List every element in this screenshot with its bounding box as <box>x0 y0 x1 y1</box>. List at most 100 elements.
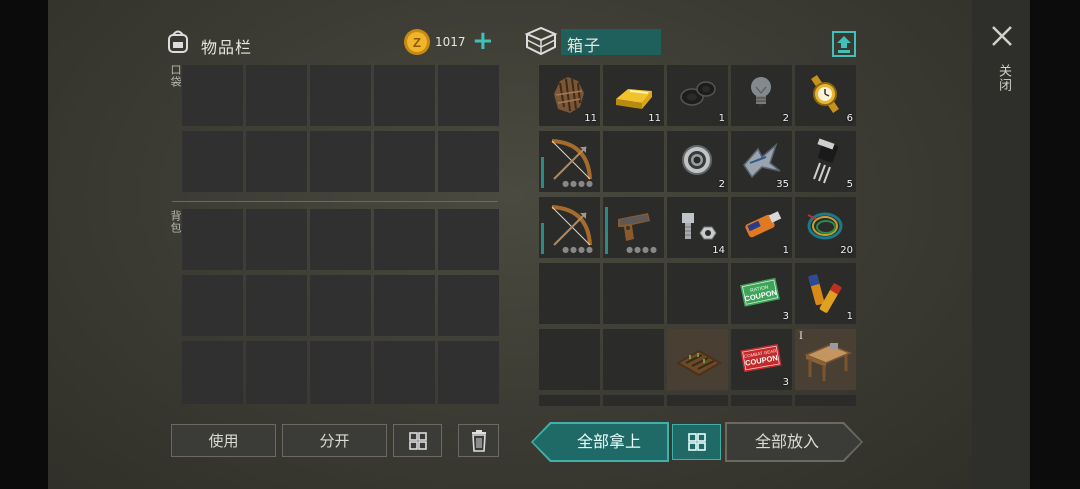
box-slot-seed-bed[interactable] <box>667 329 728 390</box>
item-count: 11 <box>648 113 661 124</box>
box-slot-empty[interactable] <box>539 329 600 390</box>
box-title: 箱子 <box>567 36 602 55</box>
box-slot-empty[interactable] <box>603 263 664 324</box>
inventory-slot[interactable] <box>438 65 499 126</box>
inventory-slot[interactable] <box>438 341 499 404</box>
ration-coupon-icon: RATION COUPON <box>736 267 786 321</box>
inventory-slot[interactable] <box>246 131 307 192</box>
item-count: 1 <box>718 113 725 124</box>
inventory-slot[interactable] <box>310 209 371 270</box>
inventory-slot[interactable] <box>310 341 371 404</box>
inventory-slot[interactable] <box>182 131 243 192</box>
inventory-slot[interactable] <box>374 341 435 404</box>
put-all-button[interactable]: 全部放入 <box>727 424 847 460</box>
box-slot-batteries[interactable]: 1 <box>795 263 856 324</box>
delete-button[interactable] <box>458 424 499 457</box>
sort-inventory-button[interactable] <box>393 424 442 457</box>
usb-drive-icon <box>736 201 786 255</box>
inventory-slot[interactable] <box>182 341 243 404</box>
box-slot-bow[interactable]: ●●●● <box>539 197 600 258</box>
section-divider <box>172 201 498 202</box>
close-icon[interactable] <box>990 24 1014 48</box>
inventory-slot[interactable] <box>246 65 307 126</box>
inventory-slot[interactable] <box>374 275 435 336</box>
inventory-slot[interactable] <box>310 131 371 192</box>
split-button[interactable]: 分开 <box>282 424 387 457</box>
durability-bar <box>541 157 544 188</box>
item-count: 11 <box>584 113 597 124</box>
box-slot-rubber-seals[interactable]: 1 <box>667 65 728 126</box>
box-slot-usb-drive[interactable]: 1 <box>731 197 792 258</box>
item-count: 1 <box>782 245 789 256</box>
combat-coupon-icon: COMBAT GEAR COUPON <box>736 333 786 387</box>
box-slot-fur[interactable]: 11 <box>539 65 600 126</box>
item-count: 35 <box>776 179 789 190</box>
box-slot-empty[interactable] <box>539 263 600 324</box>
backpack-label: 背包 <box>169 210 182 234</box>
inventory-slot[interactable] <box>182 209 243 270</box>
item-count: 5 <box>846 179 853 190</box>
inventory-slot[interactable] <box>246 341 307 404</box>
inventory-slot[interactable] <box>310 275 371 336</box>
box-slot-bow[interactable]: ●●●● <box>539 131 600 192</box>
box-slot-workbench[interactable]: I <box>795 329 856 390</box>
box-icon <box>524 26 558 56</box>
item-count: 20 <box>840 245 853 256</box>
screen-edge <box>1030 0 1080 489</box>
box-slot-empty[interactable] <box>667 263 728 324</box>
use-button[interactable]: 使用 <box>171 424 276 457</box>
workbench-icon <box>800 333 854 391</box>
box-slot-flare-gun[interactable]: ●●●● <box>603 197 664 258</box>
box-slot-partial[interactable] <box>731 395 792 406</box>
inventory-slot[interactable] <box>246 209 307 270</box>
box-slot-partial[interactable] <box>539 395 600 406</box>
inventory-slot[interactable] <box>182 65 243 126</box>
grid-icon <box>408 432 427 450</box>
svg-text:Z: Z <box>413 35 421 50</box>
inventory-slot[interactable] <box>246 275 307 336</box>
inventory-slot[interactable] <box>438 131 499 192</box>
box-slot-combat-coupon[interactable]: COMBAT GEAR COUPON 3 <box>731 329 792 390</box>
item-count: 3 <box>782 311 789 322</box>
bearing-icon <box>672 135 722 189</box>
item-count: 1 <box>846 311 853 322</box>
box-slot-partial[interactable] <box>795 395 856 406</box>
add-coins-button[interactable]: + <box>472 27 494 55</box>
box-slot-metal-scraps[interactable]: 35 <box>731 131 792 192</box>
sort-box-button[interactable] <box>672 424 721 460</box>
box-slot-partial[interactable] <box>667 395 728 406</box>
gold-watch-icon <box>800 69 850 123</box>
inventory-slot[interactable] <box>374 209 435 270</box>
inventory-slot[interactable] <box>374 131 435 192</box>
box-slot-empty[interactable] <box>603 131 664 192</box>
box-slot-gold-watch[interactable]: 6 <box>795 65 856 126</box>
item-count: 14 <box>712 245 725 256</box>
rubber-seals-icon <box>672 69 722 123</box>
transistor-icon <box>800 135 850 189</box>
coin-icon: Z <box>404 29 430 55</box>
box-slot-empty[interactable] <box>603 329 664 390</box>
close-label[interactable]: 关闭 <box>994 64 1013 92</box>
box-slot-light-bulb[interactable]: 2 <box>731 65 792 126</box>
box-slot-bearing[interactable]: 2 <box>667 131 728 192</box>
item-count: 6 <box>846 113 853 124</box>
durability-bar <box>541 223 544 254</box>
box-slot-ration-coupon[interactable]: RATION COUPON 3 <box>731 263 792 324</box>
box-name-field[interactable]: 箱子 <box>561 29 661 55</box>
grid-icon <box>687 433 706 451</box>
take-all-button[interactable]: 全部拿上 <box>551 424 667 460</box>
pocket-label: 口袋 <box>169 64 182 88</box>
box-slot-transistor[interactable]: 5 <box>795 131 856 192</box>
inventory-slot[interactable] <box>438 209 499 270</box>
box-slot-partial[interactable] <box>603 395 664 406</box>
box-slot-gold-bar[interactable]: 11 <box>603 65 664 126</box>
inventory-slot[interactable] <box>374 65 435 126</box>
seed-bed-icon <box>672 333 726 391</box>
inventory-slot[interactable] <box>438 275 499 336</box>
inventory-slot[interactable] <box>310 65 371 126</box>
transfer-up-icon[interactable] <box>832 31 856 57</box>
inventory-slot[interactable] <box>182 275 243 336</box>
box-slot-wires[interactable]: 20 <box>795 197 856 258</box>
trash-icon <box>471 430 486 452</box>
box-slot-bolts-nuts[interactable]: 14 <box>667 197 728 258</box>
